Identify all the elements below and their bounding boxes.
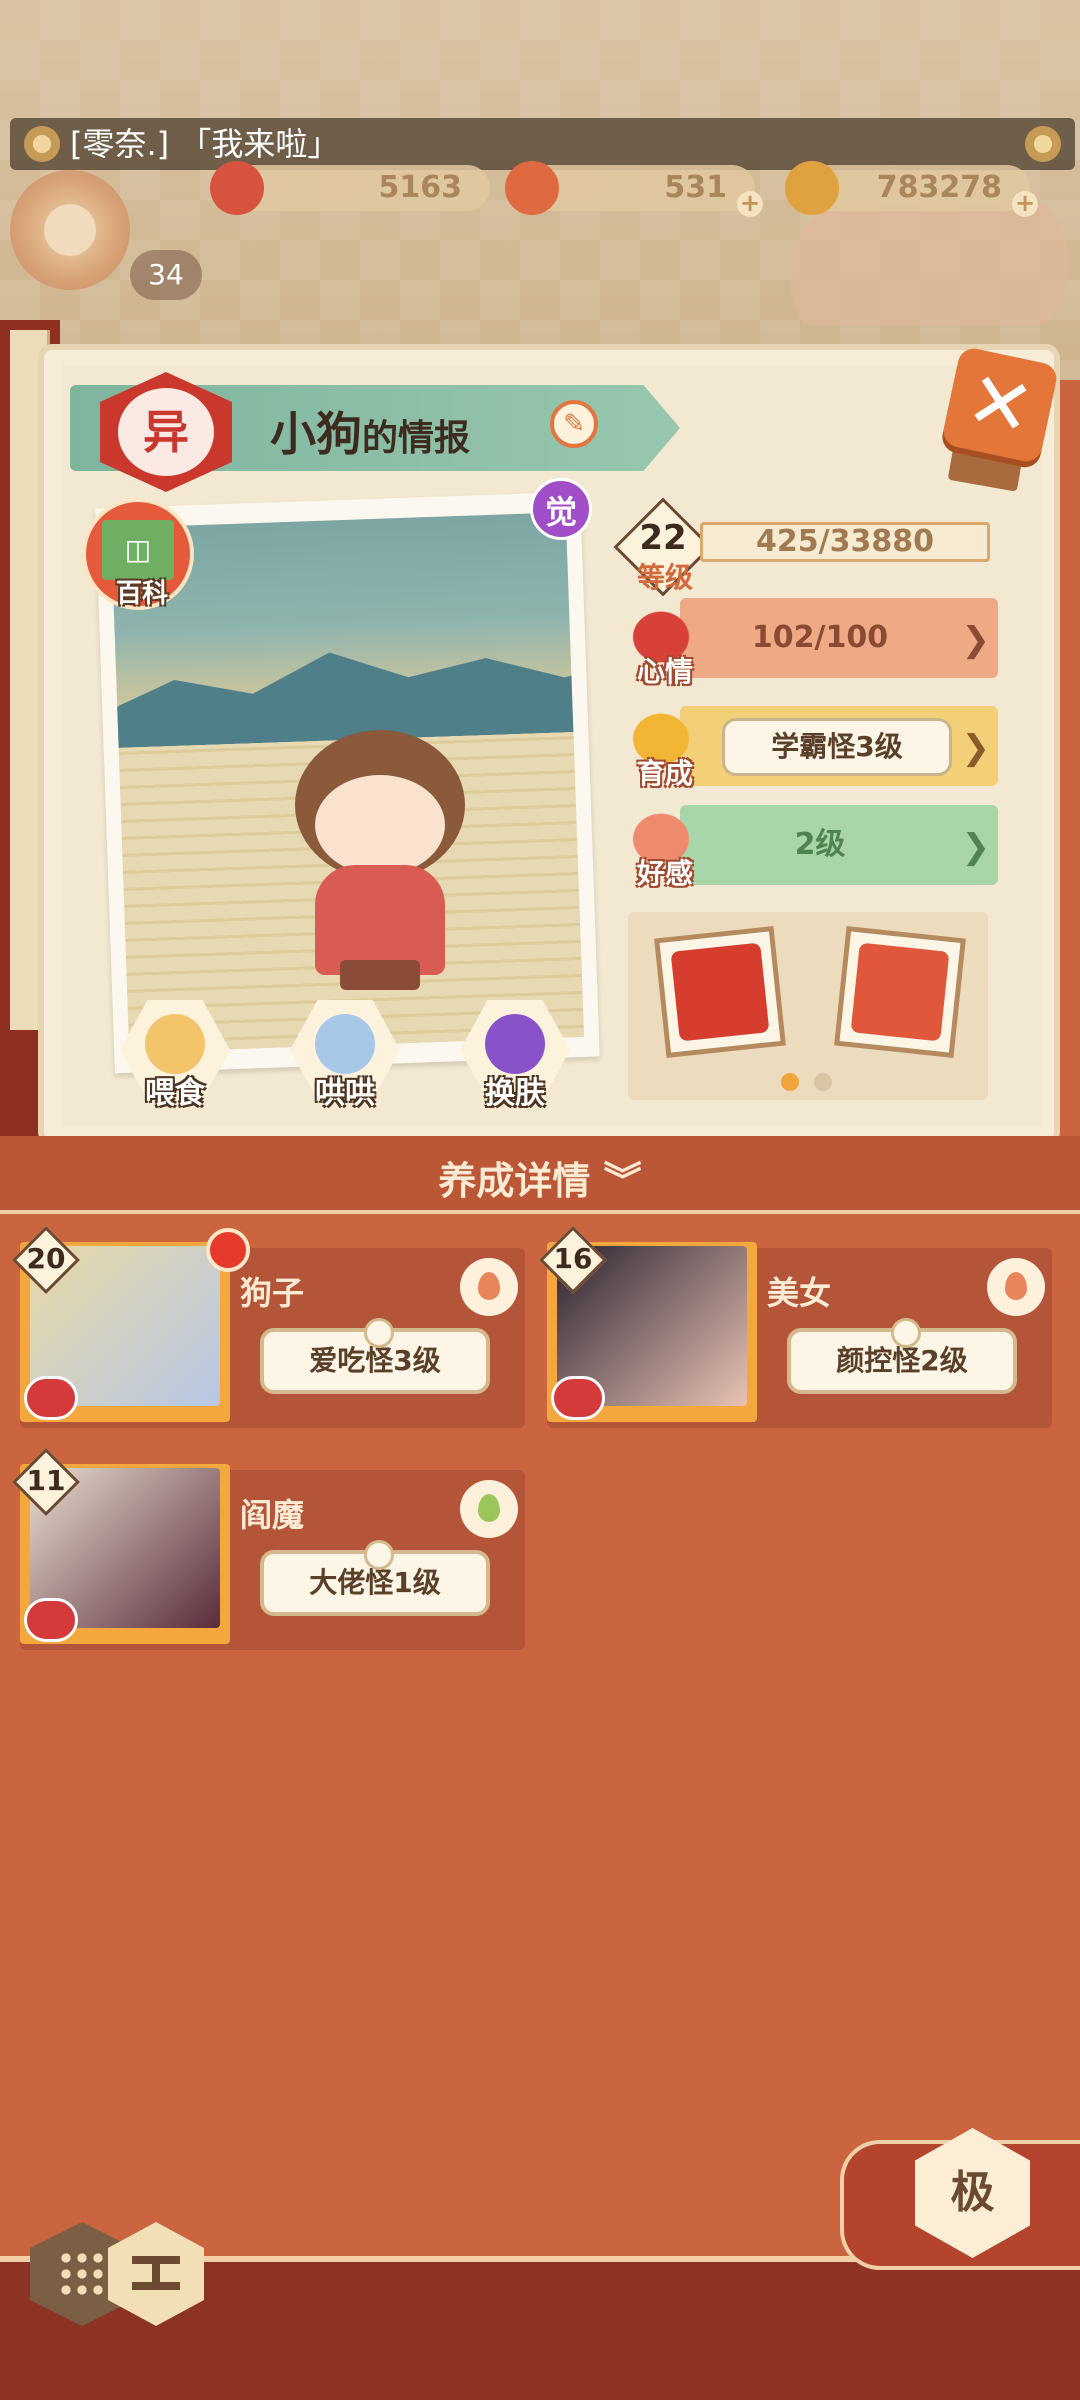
card-name: 阎魔	[240, 1496, 305, 1534]
chevron-right-icon: ❯	[961, 827, 991, 867]
affection-label: 好感	[636, 857, 693, 890]
petal-value: 5163	[378, 170, 463, 205]
close-button[interactable]: ✕	[940, 345, 1060, 465]
page-title: 小狗的情报	[270, 398, 470, 464]
player-avatar[interactable]	[10, 170, 130, 290]
detail-title[interactable]: 养成详情 ︾	[0, 1150, 1080, 1205]
skin-button[interactable]: 换肤	[460, 1000, 570, 1111]
daruma-icon	[850, 942, 950, 1042]
awaken-badge[interactable]: 觉	[530, 478, 592, 540]
growth-bar[interactable]: 学霸怪3级 ❯	[680, 706, 998, 786]
heart-icon	[24, 1598, 78, 1642]
card-name: 狗子	[240, 1274, 305, 1312]
monster-card[interactable]: 20 狗子 爱吃怪3级	[12, 1226, 525, 1428]
skin-label: 换肤	[485, 1076, 545, 1111]
seed-icon	[478, 1494, 500, 1522]
double-chevron-down-icon: ︾	[603, 1159, 642, 1203]
heart-icon	[551, 1376, 605, 1420]
encyclopedia-label: 百科	[115, 579, 168, 609]
petal-icon	[210, 161, 264, 215]
flower-icon	[1025, 126, 1061, 162]
card-trait: 大佬怪1级	[260, 1540, 490, 1616]
affection-bar[interactable]: 2级 ❯	[680, 805, 998, 885]
character-body	[315, 865, 445, 975]
card-trait: 爱吃怪3级	[260, 1318, 490, 1394]
gourd-icon	[505, 161, 559, 215]
noodle-bowl-icon	[145, 1014, 205, 1074]
notification-dot	[206, 1228, 250, 1272]
kimono-icon	[485, 1014, 545, 1074]
gift-hotpot[interactable]	[654, 926, 786, 1058]
character-face	[315, 775, 445, 875]
mood-label: 心情	[636, 655, 693, 688]
seed-icon	[478, 1272, 500, 1300]
seed-badge[interactable]	[987, 1258, 1045, 1316]
close-icon: ✕	[958, 354, 1042, 456]
card-level-badge: 16	[539, 1226, 607, 1294]
chevron-right-icon: ❯	[961, 620, 991, 660]
cloud-decoration	[790, 205, 1080, 325]
mood-bar[interactable]: 102/100 ❯	[680, 598, 998, 678]
carousel-dot-active[interactable]	[781, 1073, 799, 1091]
affection-value: 2级	[794, 827, 846, 862]
coax-label: 哄哄	[315, 1076, 375, 1111]
heart-icon	[24, 1376, 78, 1420]
feed-label: 喂食	[145, 1076, 205, 1111]
seed-icon	[1005, 1272, 1027, 1300]
gift-daruma[interactable]	[834, 926, 966, 1058]
card-trait: 颜控怪2级	[787, 1318, 1017, 1394]
mood-value: 102/100	[751, 620, 889, 655]
type-badge-label: 异	[118, 388, 214, 476]
add-gourd-button[interactable]: +	[737, 191, 763, 217]
growth-value: 学霸怪3级	[722, 718, 952, 776]
seed-badge[interactable]	[460, 1258, 518, 1316]
seed-badge[interactable]	[460, 1480, 518, 1538]
detail-title-text: 养成详情	[438, 1159, 591, 1203]
card-level-badge: 11	[12, 1448, 80, 1516]
coin-value: 783278	[876, 170, 1002, 205]
mountain-shape	[111, 621, 584, 749]
flower-icon	[24, 126, 60, 162]
pencil-icon: ✎	[563, 409, 585, 439]
character-legs	[340, 960, 420, 990]
coin-icon	[785, 161, 839, 215]
title-suffix: 的情报	[362, 418, 471, 459]
chat-text: [零奈.] 「我来啦」	[70, 125, 340, 163]
chevron-right-icon: ❯	[961, 728, 991, 768]
level-label: 等级	[636, 561, 693, 594]
add-coin-button[interactable]: +	[1012, 191, 1038, 217]
coax-button[interactable]: 哄哄	[290, 1000, 400, 1111]
exp-bar: 425/33880	[700, 522, 990, 562]
feed-button[interactable]: 喂食	[120, 1000, 230, 1111]
gourd-value: 531	[664, 170, 727, 205]
card-level-badge: 20	[12, 1226, 80, 1294]
monster-name: 小狗	[270, 407, 362, 461]
player-level-badge: 34	[130, 250, 202, 300]
milk-carton-icon	[315, 1014, 375, 1074]
list-icon	[132, 2256, 180, 2290]
rename-button[interactable]: ✎	[550, 400, 598, 448]
monster-card[interactable]: 16 美女 颜控怪2级	[539, 1226, 1052, 1428]
level-value: 22	[639, 518, 687, 558]
growth-label: 育成	[636, 757, 693, 790]
monster-card[interactable]: 11 阎魔 大佬怪1级	[12, 1448, 525, 1650]
grid-icon	[58, 2250, 106, 2298]
card-name: 美女	[767, 1274, 832, 1312]
carousel-dot[interactable]	[814, 1073, 832, 1091]
hotpot-icon	[670, 942, 770, 1042]
book-icon: ◫	[102, 520, 174, 580]
